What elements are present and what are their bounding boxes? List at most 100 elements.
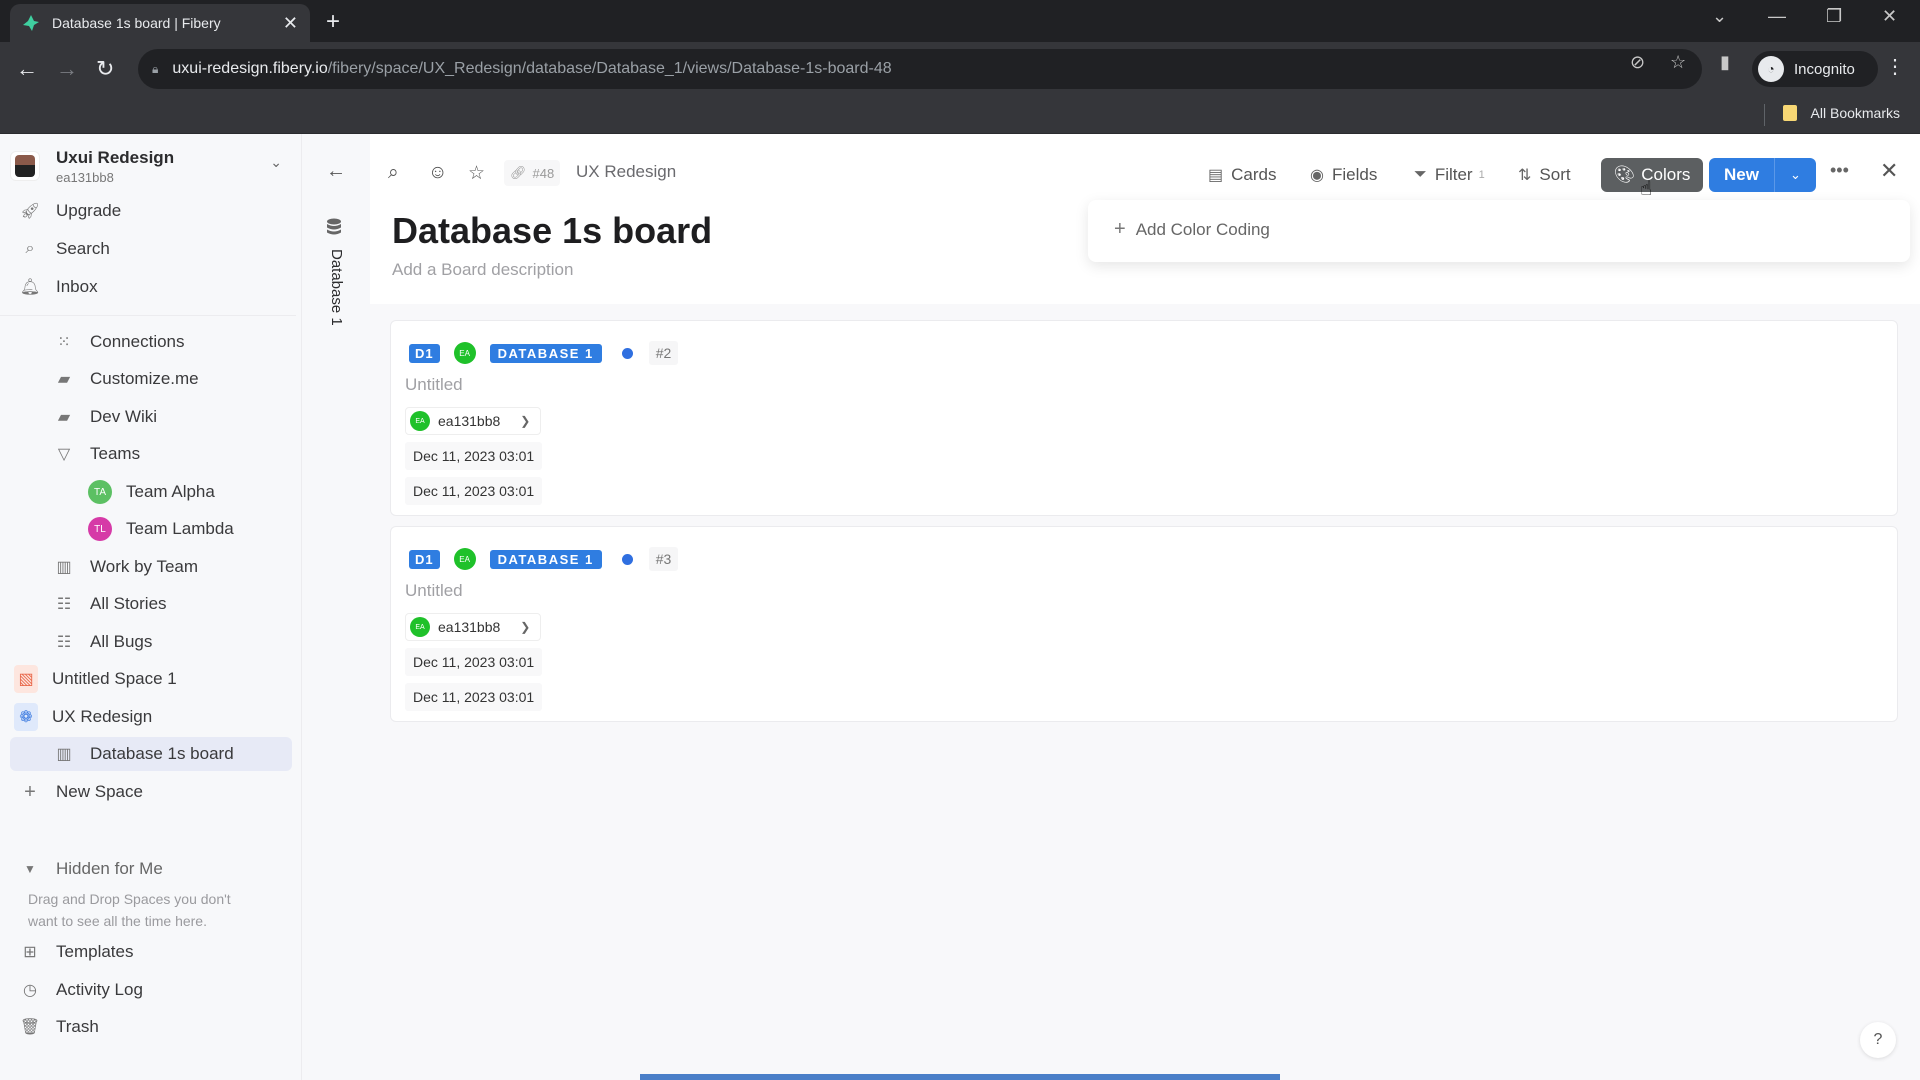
forward-icon[interactable]: →	[56, 56, 78, 82]
board-icon: ▥	[56, 559, 72, 576]
close-icon[interactable]: ✕	[1880, 158, 1898, 184]
sort-button[interactable]: ⇅ Sort	[1518, 158, 1571, 192]
filter-button[interactable]: ⏷ Filter 1	[1414, 158, 1485, 192]
address-bar[interactable]: 🔒︎ uxui-redesign.fibery.io/fibery/space/…	[138, 49, 1702, 89]
database-tab-label[interactable]: Database 1	[328, 249, 345, 326]
search-icon[interactable]: ⌕	[388, 162, 399, 184]
sidebar-item-label: Untitled Space 1	[52, 669, 177, 688]
back-icon[interactable]: ←	[16, 56, 38, 82]
sidebar-item-team-lambda[interactable]: TL Team Lambda	[10, 512, 292, 546]
close-tab-icon[interactable]: ✕	[283, 13, 298, 34]
sidebar-item-teams[interactable]: ▽ Teams	[10, 437, 292, 471]
new-entity-button[interactable]: New	[1709, 158, 1775, 192]
chevron-down-icon[interactable]: ⌄	[270, 154, 282, 171]
fields-button[interactable]: ◉ Fields	[1310, 158, 1377, 192]
sidebar-item-label: Connections	[90, 332, 185, 351]
document-icon: ▰	[57, 371, 71, 388]
sidebar-item-connections[interactable]: ⁙ Connections	[10, 325, 292, 359]
sidebar-item-label: Search	[56, 239, 110, 258]
emoji-icon[interactable]: ☺	[428, 162, 447, 184]
sidebar-item-inbox[interactable]: 🔔︎ Inbox	[10, 270, 292, 304]
sidebar-item-templates[interactable]: ⊞ Templates	[10, 935, 292, 969]
card-title[interactable]: Untitled	[405, 581, 463, 601]
date-field[interactable]: Dec 11, 2023 03:01	[405, 648, 543, 676]
description-input[interactable]: Add a Board description	[392, 260, 573, 280]
hidden-for-me-toggle[interactable]: ▼ Hidden for Me	[10, 852, 292, 886]
url-path: /fibery/space/UX_Redesign/database/Datab…	[327, 60, 892, 77]
help-button[interactable]: ?	[1860, 1022, 1896, 1058]
new-space-button[interactable]: + New Space	[10, 775, 292, 809]
bookmarks-bar: All Bookmarks	[0, 96, 1920, 134]
user-chip[interactable]: EA ea131bb8 ❯	[405, 613, 542, 641]
colors-popover: + Add Color Coding	[1088, 200, 1910, 262]
new-button[interactable]: New ⌄	[1709, 158, 1816, 192]
templates-icon: ⊞	[23, 944, 37, 961]
bell-icon: 🔔︎	[19, 279, 41, 296]
favorite-star-icon[interactable]: ☆	[468, 162, 485, 185]
date-field[interactable]: Dec 11, 2023 03:01	[405, 477, 543, 505]
copy-link-chip[interactable]: 🔗︎ #48	[504, 160, 561, 186]
eye-off-icon[interactable]: ⊘	[1630, 52, 1645, 73]
browser-menu-icon[interactable]: ⋮	[1885, 54, 1905, 79]
sidebar-item-database-1s-board[interactable]: ▥ Database 1s board	[10, 737, 292, 771]
add-color-coding-button[interactable]: + Add Color Coding	[1114, 218, 1270, 241]
sidebar-item-all-stories[interactable]: ☷ All Stories	[10, 587, 292, 621]
sidebar-item-upgrade[interactable]: 🚀︎ Upgrade	[10, 194, 292, 228]
sidebar-item-all-bugs[interactable]: ☷ All Bugs	[10, 625, 292, 659]
cards-button[interactable]: ▤ Cards	[1208, 158, 1276, 192]
board-card[interactable]: D1 EA DATABASE 1 #2 Untitled EA ea131bb8…	[390, 320, 1898, 516]
clock-icon: ◷	[23, 982, 37, 999]
database-icon[interactable]	[326, 218, 342, 236]
sidebar-item-label: Dev Wiki	[90, 407, 158, 426]
team-alpha-avatar: TA	[88, 480, 112, 504]
chevron-right-icon: ❯	[520, 414, 531, 428]
plus-icon: +	[24, 780, 36, 803]
back-arrow-icon[interactable]: ←	[326, 160, 346, 183]
side-panel-icon[interactable]: ▮	[1720, 52, 1730, 73]
incognito-icon: ◔	[1758, 56, 1784, 82]
user-avatar: EA	[410, 617, 430, 637]
browser-tab[interactable]: Database 1s board | Fibery ✕	[10, 4, 310, 42]
all-bookmarks-button[interactable]: All Bookmarks	[1782, 105, 1900, 121]
sidebar-item-dev-wiki[interactable]: ▰ Dev Wiki	[10, 400, 292, 434]
sidebar-item-untitled-space-1[interactable]: ▧ Untitled Space 1	[10, 662, 292, 696]
sidebar-item-work-by-team[interactable]: ▥ Work by Team	[10, 550, 292, 584]
workspace-switcher[interactable]: Uxui Redesign ea131bb8 ⌄	[10, 144, 290, 188]
user-chip[interactable]: EA ea131bb8 ❯	[405, 407, 542, 435]
horizontal-scrollbar[interactable]	[640, 1074, 1280, 1080]
card-title[interactable]: Untitled	[405, 375, 463, 395]
sidebar-item-label: All Stories	[90, 594, 167, 613]
more-options-icon[interactable]: •••	[1830, 160, 1849, 181]
incognito-profile[interactable]: ◔ Incognito	[1752, 51, 1878, 87]
date-field[interactable]: Dec 11, 2023 03:01	[405, 683, 543, 711]
sidebar-item-team-alpha[interactable]: TA Team Alpha	[10, 475, 292, 509]
fields-label: Fields	[1331, 165, 1378, 184]
page-title[interactable]: Database 1s board	[392, 210, 712, 252]
sidebar-item-activity-log[interactable]: ◷ Activity Log	[10, 973, 292, 1007]
sidebar-item-label: Team Alpha	[126, 482, 215, 501]
filter-label: Filter	[1434, 165, 1473, 184]
tab-search-icon[interactable]: ⌄	[1712, 6, 1727, 27]
triangle-down-icon[interactable]: ▽	[52, 444, 76, 464]
close-window-button[interactable]: ✕	[1882, 6, 1897, 27]
hand-cursor-icon: ☝︎	[1640, 178, 1653, 200]
sidebar-item-customize-me[interactable]: ▰ Customize.me	[10, 362, 292, 396]
url-host: uxui-redesign.fibery.io	[172, 60, 328, 77]
sidebar-item-search[interactable]: ⌕ Search	[10, 232, 292, 266]
date-field[interactable]: Dec 11, 2023 03:01	[405, 442, 543, 470]
filter-icon: ⏷	[1414, 166, 1427, 183]
sidebar-item-ux-redesign[interactable]: ❁ UX Redesign	[10, 700, 292, 734]
sidebar-item-trash[interactable]: 🗑︎ Trash	[10, 1010, 292, 1044]
new-tab-button[interactable]: +	[326, 8, 340, 36]
board-card[interactable]: D1 EA DATABASE 1 #3 Untitled EA ea131bb8…	[390, 526, 1898, 722]
workspace-avatar	[10, 151, 40, 181]
view-id: #48	[532, 165, 555, 181]
chevron-down-icon[interactable]: ⌄	[1775, 158, 1816, 192]
reload-icon[interactable]: ↻	[96, 56, 114, 82]
user-name: ea131bb8	[438, 413, 501, 429]
minimize-button[interactable]: —	[1768, 6, 1786, 27]
bookmark-star-icon[interactable]: ☆	[1670, 52, 1686, 73]
user-avatar: EA	[410, 411, 430, 431]
restore-button[interactable]: ❐	[1826, 6, 1842, 27]
breadcrumb[interactable]: UX Redesign	[576, 162, 676, 182]
